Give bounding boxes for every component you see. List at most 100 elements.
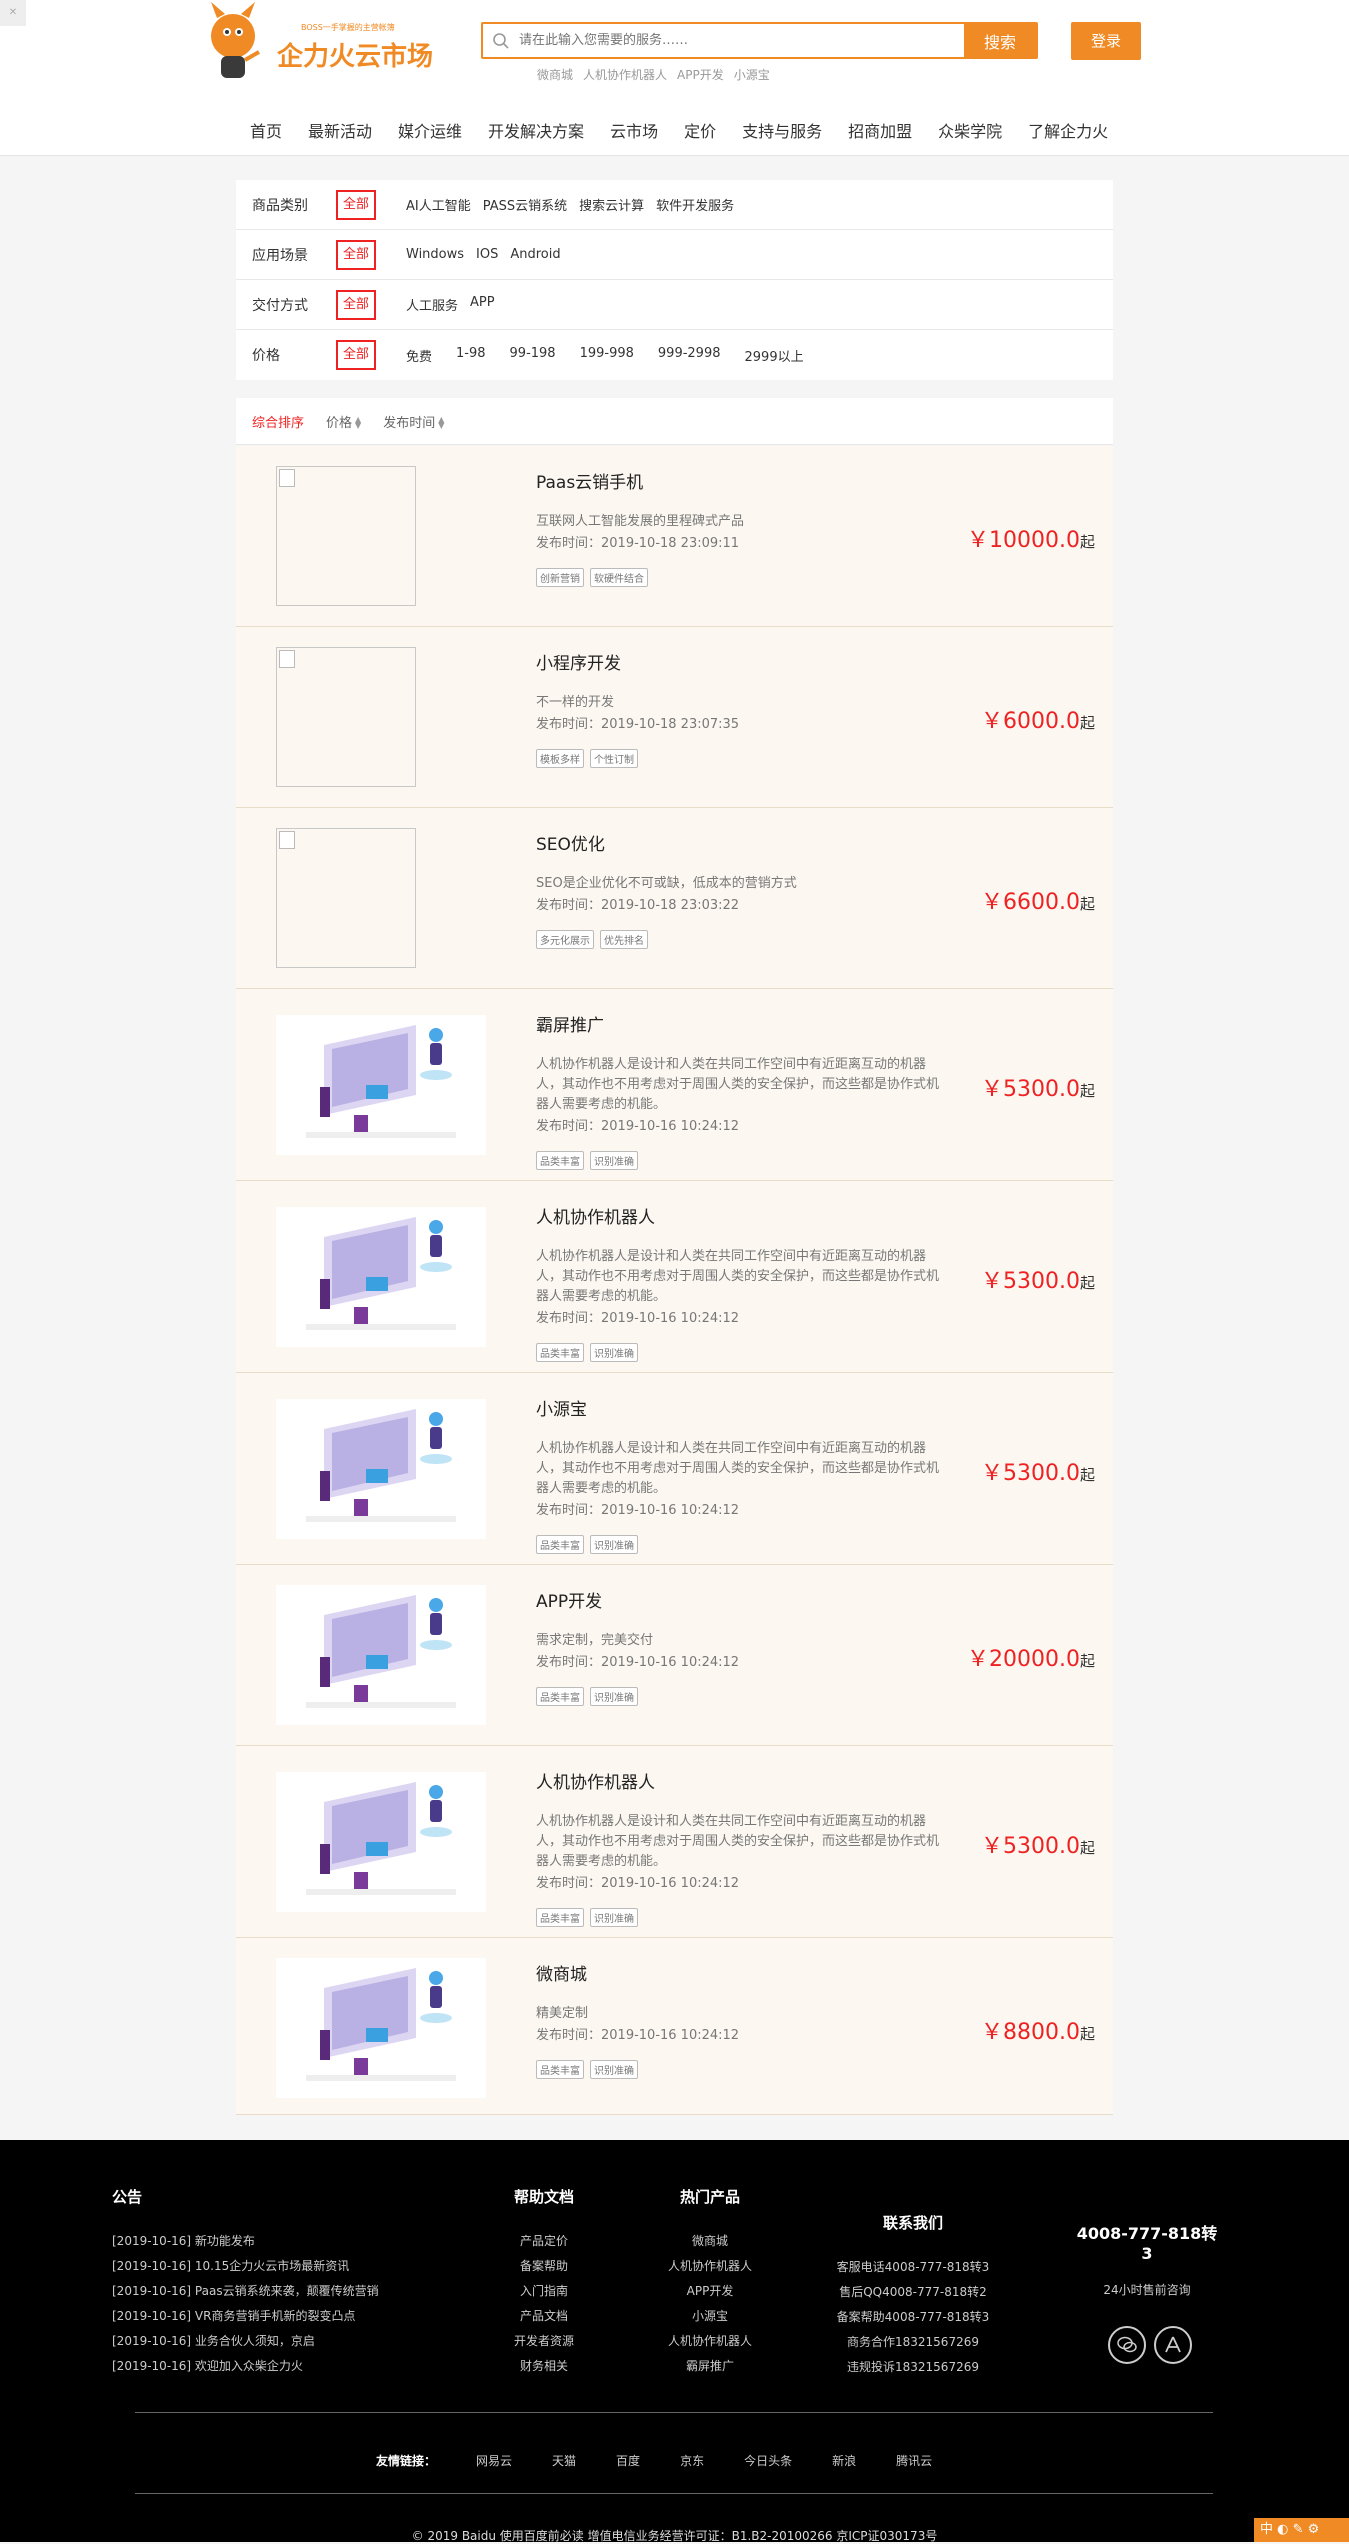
notice-link[interactable]: [2019-10-16] 10.15企力火云市场最新资讯 <box>112 2254 379 2279</box>
footer-heading: 公告 <box>112 2188 143 2206</box>
nav-item-about[interactable]: 了解企力火 <box>1028 118 1108 142</box>
close-icon[interactable]: ✕ <box>0 0 26 26</box>
hot-word-link[interactable]: 微商城 <box>537 66 573 83</box>
product-item[interactable]: 小源宝 人机协作机器人是设计和人类在共同工作空间中有近距离互动的机器人，其动作也… <box>236 1373 1113 1565</box>
notice-link[interactable]: [2019-10-16] VR商务营销手机新的裂变凸点 <box>112 2304 379 2329</box>
product-item[interactable]: 小程序开发 不一样的开发 发布时间：2019-10-18 23:07:35 模板… <box>236 627 1113 808</box>
notice-link[interactable]: [2019-10-16] Paas云销系统来袭，颠覆传统营销 <box>112 2279 379 2304</box>
robot-illustration-image[interactable] <box>276 1015 486 1155</box>
help-link[interactable]: 产品文档 <box>514 2304 574 2329</box>
filter-option[interactable]: 人工服务 <box>406 295 458 314</box>
product-title[interactable]: 微商城 <box>536 1960 587 1985</box>
nav-item-support[interactable]: 支持与服务 <box>742 118 822 142</box>
nav-item-media-ops[interactable]: 媒介运维 <box>398 118 462 142</box>
filter-option[interactable]: 999-2998 <box>658 346 721 365</box>
sort-publish-time[interactable]: 发布时间 ▲ ▼ <box>383 412 444 431</box>
product-item[interactable]: 微商城 精美定制 发布时间：2019-10-16 10:24:12 品类丰富 识… <box>236 1938 1113 2115</box>
filter-option[interactable]: 软件开发服务 <box>656 195 734 214</box>
filter-all-button[interactable]: 全部 <box>336 239 376 270</box>
filter-option[interactable]: AI人工智能 <box>406 195 471 214</box>
ime-toolbar[interactable]: 中 ◐ ✎ ⚙ <box>1254 2518 1349 2542</box>
filter-option[interactable]: 搜索云计算 <box>579 195 644 214</box>
broken-image-icon[interactable] <box>276 828 416 968</box>
product-date: 发布时间：2019-10-16 10:24:12 <box>536 2028 740 2043</box>
hot-word-link[interactable]: 人机协作机器人 <box>583 66 667 83</box>
nav-item-partners[interactable]: 招商加盟 <box>848 118 912 142</box>
filter-all-button[interactable]: 全部 <box>336 289 376 320</box>
friend-link[interactable]: 网易云 <box>476 2452 512 2469</box>
product-title[interactable]: 人机协作机器人 <box>536 1768 655 1793</box>
hot-word-link[interactable]: APP开发 <box>677 66 724 83</box>
filter-option[interactable]: 免费 <box>406 346 432 365</box>
search-button[interactable]: 搜索 <box>964 24 1036 57</box>
hot-word-link[interactable]: 小源宝 <box>734 66 770 83</box>
help-link[interactable]: 入门指南 <box>514 2279 574 2304</box>
product-title[interactable]: 人机协作机器人 <box>536 1203 655 1228</box>
robot-illustration-image[interactable] <box>276 1207 486 1347</box>
hot-product-link[interactable]: 人机协作机器人 <box>660 2329 760 2354</box>
filter-option[interactable]: IOS <box>476 247 498 262</box>
hot-product-link[interactable]: APP开发 <box>660 2279 760 2304</box>
filter-option[interactable]: 2999以上 <box>745 346 804 365</box>
help-link[interactable]: 产品定价 <box>514 2229 574 2254</box>
robot-illustration-image[interactable] <box>276 1585 486 1725</box>
wechat-icon[interactable] <box>1108 2326 1146 2364</box>
product-title[interactable]: 小程序开发 <box>536 649 621 674</box>
nav-item-cloud-market[interactable]: 云市场 <box>610 118 658 142</box>
product-item[interactable]: 霸屏推广 人机协作机器人是设计和人类在共同工作空间中有近距离互动的机器人，其动作… <box>236 989 1113 1181</box>
help-link[interactable]: 备案帮助 <box>514 2254 574 2279</box>
product-item[interactable]: 人机协作机器人 人机协作机器人是设计和人类在共同工作空间中有近距离互动的机器人，… <box>236 1746 1113 1938</box>
nav-item-pricing[interactable]: 定价 <box>684 118 716 142</box>
friend-link[interactable]: 百度 <box>616 2452 640 2469</box>
app-store-icon[interactable] <box>1154 2326 1192 2364</box>
nav-item-academy[interactable]: 众柴学院 <box>938 118 1002 142</box>
product-item[interactable]: Paas云销手机 互联网人工智能发展的里程碑式产品 发布时间：2019-10-1… <box>236 446 1113 627</box>
robot-illustration-image[interactable] <box>276 1399 486 1539</box>
notice-link[interactable]: [2019-10-16] 新功能发布 <box>112 2229 379 2254</box>
filter-option[interactable]: APP <box>470 295 495 314</box>
product-title[interactable]: APP开发 <box>536 1587 602 1612</box>
notice-link[interactable]: [2019-10-16] 欢迎加入众柴企力火 <box>112 2354 379 2379</box>
friend-link[interactable]: 新浪 <box>832 2452 856 2469</box>
product-item[interactable]: 人机协作机器人 人机协作机器人是设计和人类在共同工作空间中有近距离互动的机器人，… <box>236 1181 1113 1373</box>
filter-option[interactable]: Windows <box>406 247 464 262</box>
product-title[interactable]: SEO优化 <box>536 830 605 855</box>
help-link[interactable]: 开发者资源 <box>514 2329 574 2354</box>
hot-product-link[interactable]: 人机协作机器人 <box>660 2254 760 2279</box>
filter-all-button[interactable]: 全部 <box>336 189 376 220</box>
filter-option[interactable]: 199-998 <box>580 346 634 365</box>
sort-comprehensive[interactable]: 综合排序 <box>252 412 304 431</box>
product-title[interactable]: 霸屏推广 <box>536 1011 604 1036</box>
product-item[interactable]: SEO优化 SEO是企业优化不可或缺，低成本的营销方式 发布时间：2019-10… <box>236 808 1113 989</box>
friend-link[interactable]: 京东 <box>680 2452 704 2469</box>
footer-heading: 联系我们 <box>882 2214 943 2232</box>
filter-all-button[interactable]: 全部 <box>336 340 376 370</box>
broken-image-icon[interactable] <box>276 647 416 787</box>
sort-price[interactable]: 价格 ▲ ▼ <box>326 412 361 431</box>
hot-product-link[interactable]: 微商城 <box>660 2229 760 2254</box>
friend-link[interactable]: 腾讯云 <box>896 2452 932 2469</box>
friend-link[interactable]: 今日头条 <box>744 2452 792 2469</box>
site-logo[interactable]: BOSS一手掌握的主营帐簿 企力火云市场 <box>205 0 450 82</box>
robot-illustration-image[interactable] <box>276 1958 486 2098</box>
notice-link[interactable]: [2019-10-16] 业务合伙人须知，京启 <box>112 2329 379 2354</box>
nav-item-home[interactable]: 首页 <box>250 118 282 142</box>
help-link[interactable]: 财务相关 <box>514 2354 574 2379</box>
filter-option[interactable]: 1-98 <box>456 346 486 365</box>
search-input[interactable] <box>519 24 964 57</box>
broken-image-icon[interactable] <box>276 466 416 606</box>
product-item[interactable]: APP开发 需求定制，完美交付 发布时间：2019-10-16 10:24:12… <box>236 1565 1113 1746</box>
nav-item-activities[interactable]: 最新活动 <box>308 118 372 142</box>
hot-product-link[interactable]: 小源宝 <box>660 2304 760 2329</box>
robot-illustration-image[interactable] <box>276 1772 486 1912</box>
filter-option[interactable]: 99-198 <box>510 346 556 365</box>
product-title[interactable]: Paas云销手机 <box>536 468 643 493</box>
filter-option[interactable]: Android <box>510 247 560 262</box>
login-button[interactable]: 登录 <box>1071 22 1141 60</box>
nav-item-dev-solutions[interactable]: 开发解决方案 <box>488 118 584 142</box>
hot-product-link[interactable]: 霸屏推广 <box>660 2354 760 2379</box>
friend-link[interactable]: 天猫 <box>552 2452 576 2469</box>
filter-option[interactable]: PASS云销系统 <box>483 195 567 214</box>
product-title[interactable]: 小源宝 <box>536 1395 587 1420</box>
sort-arrows-icon: ▲ ▼ <box>355 415 362 430</box>
